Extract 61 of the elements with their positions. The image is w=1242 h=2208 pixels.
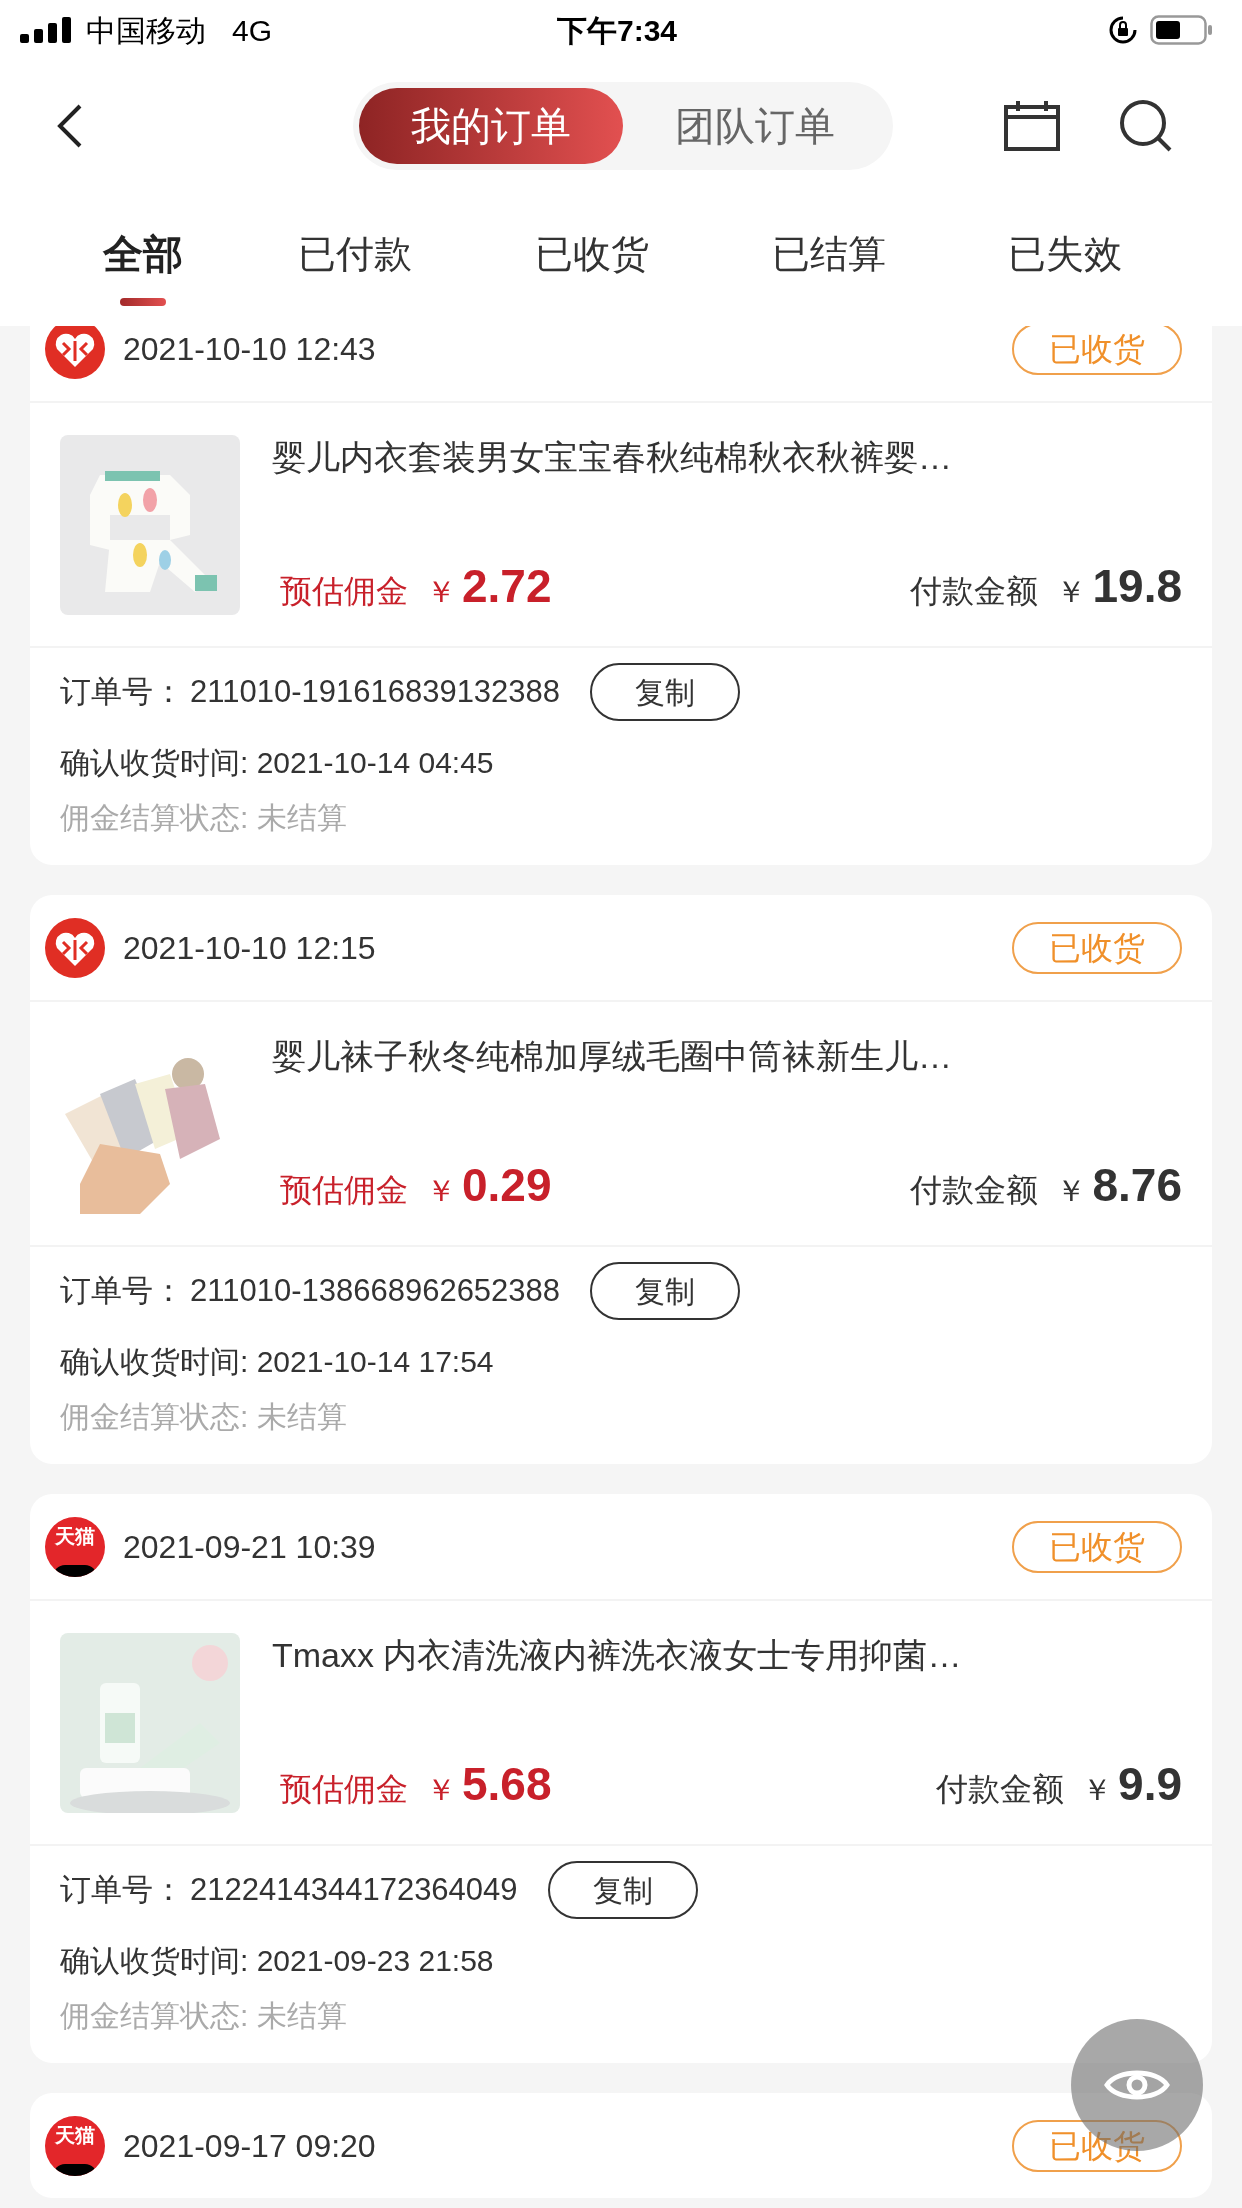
clock: 下午7:34 <box>557 12 678 49</box>
currency-sign: ￥ <box>1082 1771 1113 1808</box>
settlement-status: 佣金结算状态: 未结算 <box>60 800 348 836</box>
carrier-name: 中国移动 <box>86 12 206 49</box>
copy-button[interactable]: 复制 <box>547 1861 698 1919</box>
commission-label: 预估佣金 <box>280 1769 408 1809</box>
order-scope-tab[interactable]: 团队订单 <box>623 88 887 164</box>
search-icon[interactable] <box>1118 98 1174 154</box>
order-number-label: 订单号： <box>60 1870 184 1909</box>
copy-button[interactable]: 复制 <box>590 1262 741 1320</box>
settlement-status: 佣金结算状态: 未结算 <box>60 1399 348 1435</box>
status-badge: 已收货 <box>1012 921 1182 974</box>
currency-sign: ￥ <box>426 573 456 610</box>
product-title: Tmaxx 内衣清洗液内裤洗衣液女士专用抑菌… <box>272 1634 963 1676</box>
confirm-receipt-time: 确认收货时间: 2021-10-14 17:54 <box>60 1344 495 1380</box>
payment-amount: 9.9 <box>1118 1758 1182 1809</box>
battery-icon <box>1150 15 1214 45</box>
status-tab[interactable]: 已结算 <box>772 224 886 284</box>
status-tab[interactable]: 已收货 <box>535 224 649 284</box>
signal-icon <box>20 17 72 43</box>
commission-amount: 5.68 <box>462 1758 552 1809</box>
currency-sign: ￥ <box>1056 573 1087 610</box>
payment-amount: 8.76 <box>1092 1159 1182 1210</box>
order-number-label: 订单号： <box>60 672 184 711</box>
network-type: 4G <box>232 12 273 49</box>
currency-sign: ￥ <box>426 1172 456 1209</box>
payment-label: 付款金额 <box>936 1769 1065 1809</box>
order-number: 2122414344172364049 <box>190 1870 518 1909</box>
order-time: 2021-10-10 12:43 <box>123 329 377 369</box>
commission-amount: 2.72 <box>462 560 552 611</box>
shop-logo-icon <box>45 917 105 978</box>
settlement-status: 佣金结算状态: 未结算 <box>60 1998 348 2034</box>
currency-sign: ￥ <box>1056 1172 1087 1209</box>
logo-text: 天猫 <box>55 1524 95 1547</box>
product-title: 婴儿袜子秋冬纯棉加厚绒毛圈中筒袜新生儿… <box>272 1035 953 1077</box>
logo-text: 天猫 <box>55 2123 95 2146</box>
product-title: 婴儿内衣套装男女宝宝春秋纯棉秋衣秋裤婴… <box>272 436 953 478</box>
order-number: 211010-138668962652388 <box>190 1271 561 1310</box>
order-time: 2021-09-17 09:20 <box>123 2126 377 2166</box>
commission-amount: 0.29 <box>462 1159 552 1210</box>
calendar-icon[interactable] <box>1004 101 1060 151</box>
order-number: 211010-191616839132388 <box>190 672 561 711</box>
status-tab[interactable]: 已失效 <box>1008 224 1122 284</box>
order-number-label: 订单号： <box>60 1271 184 1310</box>
payment-amount: 19.8 <box>1092 560 1182 611</box>
copy-button[interactable]: 复制 <box>590 663 741 721</box>
confirm-receipt-time: 确认收货时间: 2021-09-23 21:58 <box>60 1943 495 1979</box>
rotation-lock-icon <box>1108 15 1138 45</box>
status-tab[interactable]: 全部 <box>103 224 183 284</box>
order-scope-tab[interactable]: 我的订单 <box>359 88 623 164</box>
commission-label: 预估佣金 <box>280 1170 408 1210</box>
confirm-receipt-time: 确认收货时间: 2021-10-14 04:45 <box>60 745 495 781</box>
order-time: 2021-10-10 12:15 <box>123 928 377 968</box>
status-badge: 已收货 <box>1012 326 1182 375</box>
status-tab[interactable]: 已付款 <box>298 224 412 284</box>
payment-label: 付款金额 <box>910 571 1039 611</box>
currency-sign: ￥ <box>426 1771 456 1808</box>
commission-label: 预估佣金 <box>280 571 408 611</box>
order-time: 2021-09-21 10:39 <box>123 1527 377 1567</box>
status-badge: 已收货 <box>1012 1520 1182 1573</box>
payment-label: 付款金额 <box>910 1170 1039 1210</box>
